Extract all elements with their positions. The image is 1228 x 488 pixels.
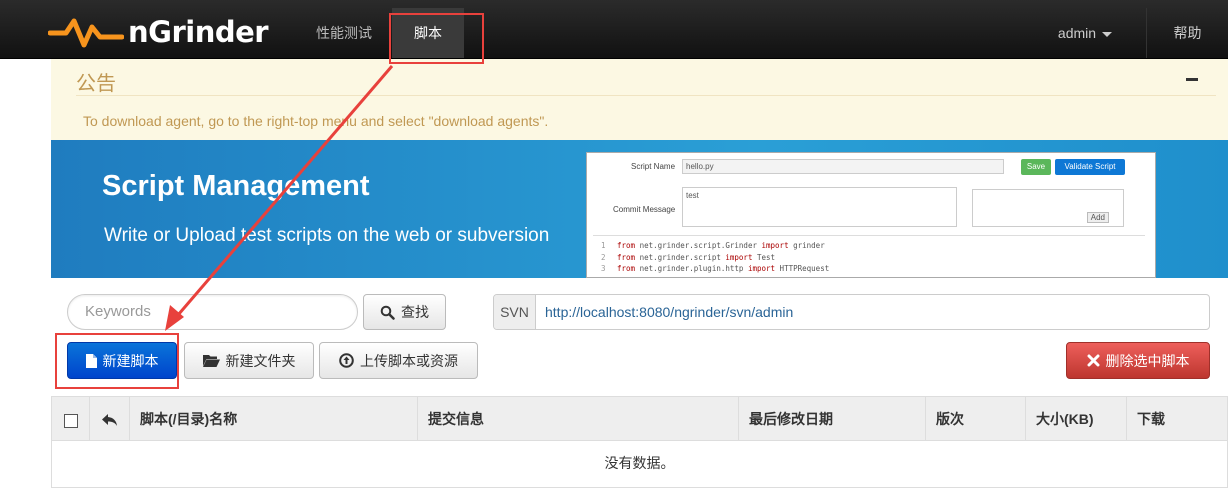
annotation-arrow-icon (165, 65, 394, 331)
